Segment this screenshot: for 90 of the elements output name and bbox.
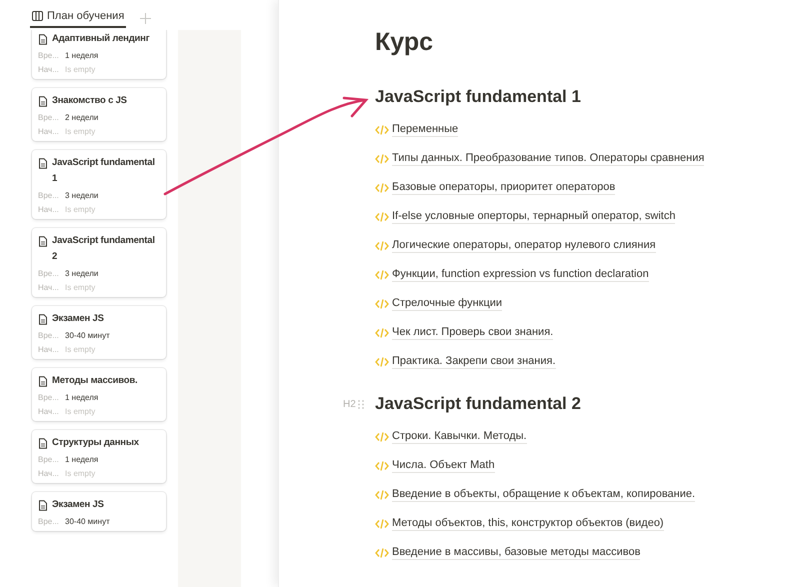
board-card[interactable]: Экзамен JS Вре... 30-40 минут Нач... Is empty — [32, 306, 166, 359]
field-placeholder: Is empty — [65, 406, 96, 417]
field-value: 1 неделя — [65, 454, 98, 465]
page-link[interactable]: Практика. Закрепи свои знания. — [392, 354, 556, 368]
card-title: Адаптивный лендинг — [52, 32, 150, 46]
field-label: Нач... — [38, 282, 60, 293]
board-card[interactable]: Экзамен JS Вре... 30-40 минут — [32, 492, 166, 531]
document-icon — [38, 438, 48, 449]
document-icon — [38, 158, 48, 169]
field-placeholder: Is empty — [65, 468, 96, 479]
document-icon — [38, 96, 48, 107]
document-icon — [38, 376, 48, 387]
page-link[interactable]: Числа. Объект Math — [392, 458, 495, 472]
field-value: 3 недели — [65, 190, 98, 201]
field-placeholder: Is empty — [65, 126, 96, 137]
drag-handle-icon[interactable] — [358, 400, 364, 408]
field-label: Вре... — [38, 454, 60, 465]
field-label: Вре... — [38, 50, 60, 61]
field-placeholder: Is empty — [65, 282, 96, 293]
board-card[interactable]: JavaScript fundamental 1 Вре... 3 недели Нач... Is empty — [32, 150, 166, 219]
card-title: Методы массивов. — [52, 374, 138, 388]
field-label: Вре... — [38, 516, 60, 527]
field-value: 1 неделя — [65, 50, 98, 61]
field-label: Нач... — [38, 64, 60, 75]
page-link[interactable]: Стрелочные функции — [392, 296, 502, 310]
field-placeholder: Is empty — [65, 204, 96, 215]
field-placeholder: Is empty — [65, 344, 96, 355]
field-placeholder: Is empty — [65, 64, 96, 75]
field-label: Вре... — [38, 112, 60, 123]
page-link[interactable]: Базовые операторы, приоритет операторов — [392, 180, 616, 194]
code-icon — [375, 356, 389, 366]
field-label: Вре... — [38, 392, 60, 403]
section-heading: JavaScript fundamental 2 — [375, 394, 581, 414]
page-title: Курс — [375, 28, 434, 57]
field-label: Нач... — [38, 344, 60, 355]
board-card[interactable]: Знакомство с JS Вре... 2 недели Нач... Is empty — [32, 88, 166, 141]
block-type-label: H2 — [343, 398, 356, 410]
page-link[interactable]: Типы данных. Преобразование типов. Операторы сравнения — [392, 152, 704, 166]
board-card[interactable]: Структуры данных Вре... 1 неделя Нач... Is empty — [32, 430, 166, 483]
code-icon — [375, 240, 389, 250]
page-link[interactable]: Чек лист. Проверь свои знания. — [392, 326, 554, 340]
document-icon — [38, 500, 48, 511]
field-label: Нач... — [38, 204, 60, 215]
code-icon — [375, 432, 389, 442]
code-icon — [375, 182, 389, 192]
field-value: 30-40 минут — [65, 516, 110, 527]
card-title: Знакомство с JS — [52, 94, 127, 108]
card-title: Экзамен JS — [52, 498, 104, 512]
document-icon — [38, 236, 48, 247]
board-card[interactable]: Методы массивов. Вре... 1 неделя Нач... Is empty — [32, 368, 166, 421]
code-icon — [375, 154, 389, 164]
page-link[interactable]: Строки. Кавычки. Методы. — [392, 430, 527, 444]
board-icon — [32, 11, 43, 21]
card-title: Структуры данных — [52, 436, 139, 450]
field-value: 30-40 минут — [65, 330, 110, 341]
page-link[interactable]: Логические операторы, оператор нулевого слияния — [392, 238, 656, 252]
field-label: Вре... — [38, 268, 60, 279]
field-label: Вре... — [38, 190, 60, 201]
field-value: 1 неделя — [65, 392, 98, 403]
code-icon — [375, 298, 389, 308]
code-icon — [375, 460, 389, 470]
field-label: Нач... — [38, 468, 60, 479]
page-link[interactable]: If-else условные оперторы, тернарный оператор, switch — [392, 210, 676, 224]
code-icon — [375, 212, 389, 222]
document-icon — [38, 314, 48, 325]
code-icon — [375, 490, 389, 500]
section-heading: JavaScript fundamental 1 — [375, 87, 581, 107]
page-link[interactable]: Функции, function expression vs function declaration — [392, 268, 649, 282]
field-value: 2 недели — [65, 112, 98, 123]
code-icon — [375, 328, 389, 338]
code-icon — [375, 124, 389, 134]
code-icon — [375, 270, 389, 280]
board-card[interactable]: Адаптивный лендинг Вре... 1 неделя Нач... Is empty — [32, 30, 166, 79]
add-icon[interactable] — [140, 12, 152, 24]
board-view-tab[interactable]: План обучения — [30, 8, 126, 28]
page-link[interactable]: Методы объектов, this, конструктор объектов (видео) — [392, 516, 664, 530]
card-title: JavaScript fundamental 2 — [52, 234, 156, 264]
page-link[interactable]: Введение в объекты, обращение к объектам, копирование. — [392, 488, 696, 502]
code-icon — [375, 548, 389, 558]
board-card[interactable]: JavaScript fundamental 2 Вре... 3 недели Нач... Is empty — [32, 228, 166, 297]
page-link[interactable]: Введение в массивы, базовые методы массивов — [392, 546, 640, 560]
card-title: Экзамен JS — [52, 312, 104, 326]
field-label: Вре... — [38, 330, 60, 341]
page-link[interactable]: Переменные — [392, 122, 458, 136]
field-label: Нач... — [38, 406, 60, 417]
document-icon — [38, 34, 48, 45]
card-title: JavaScript fundamental 1 — [52, 156, 156, 186]
code-icon — [375, 518, 389, 528]
field-label: Нач... — [38, 126, 60, 137]
field-value: 3 недели — [65, 268, 98, 279]
